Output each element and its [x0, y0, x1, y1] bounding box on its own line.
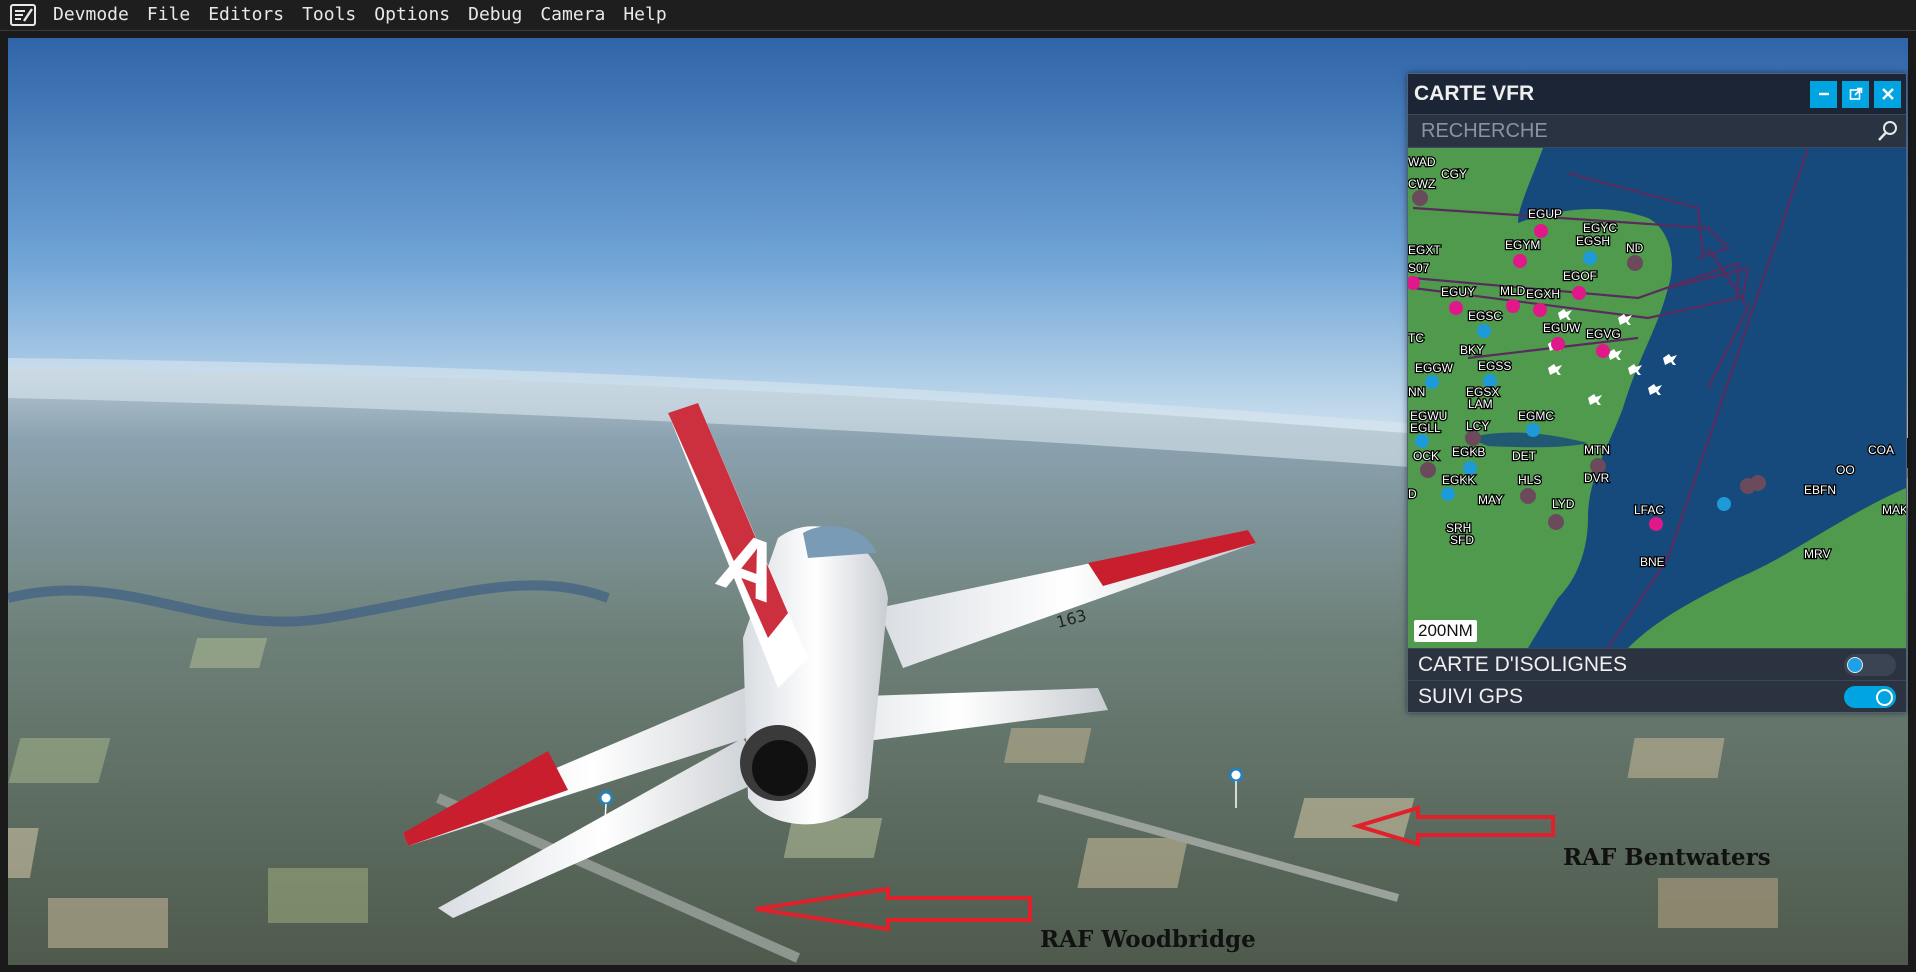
svg-text:DVR: DVR — [1584, 471, 1610, 485]
menu-devmode[interactable]: Devmode — [44, 0, 138, 30]
exhaust-inner — [752, 740, 808, 796]
menu-editors[interactable]: Editors — [199, 0, 293, 30]
menu-camera[interactable]: Camera — [531, 0, 614, 30]
map-search-input[interactable] — [1408, 118, 1876, 144]
svg-text:SFD: SFD — [1450, 533, 1474, 547]
minimize-icon — [1818, 92, 1829, 96]
toggle-knob — [1847, 656, 1863, 673]
svg-text:EGKB: EGKB — [1452, 445, 1485, 459]
toggle-row-gps[interactable]: SUIVI GPS — [1408, 680, 1906, 712]
minimize-button[interactable] — [1810, 80, 1837, 108]
menu-file[interactable]: File — [138, 0, 199, 30]
svg-text:EBFN: EBFN — [1804, 483, 1836, 497]
vfr-panel-title: CARTE VFR — [1414, 82, 1535, 105]
svg-text:EGGW: EGGW — [1415, 361, 1454, 375]
svg-text:BKY: BKY — [1460, 343, 1484, 357]
svg-text:WAD: WAD — [1408, 155, 1436, 169]
svg-text:EGYM: EGYM — [1505, 238, 1540, 252]
vfr-map-panel: CARTE VFR RECHERCHE WAD CWZ CGY EGUP EGY… — [1407, 73, 1907, 713]
svg-text:TC: TC — [1408, 331, 1424, 345]
vfr-panel-header[interactable]: CARTE VFR — [1408, 74, 1906, 114]
toggle-label-isolines: CARTE D'ISOLIGNES — [1418, 652, 1628, 676]
svg-text:EGUY: EGUY — [1441, 285, 1475, 299]
svg-text:NN: NN — [1408, 385, 1425, 399]
svg-text:OO: OO — [1836, 463, 1855, 477]
vfr-map[interactable]: WAD CWZ CGY EGUP EGYC EGSH ND EGXT EGYM … — [1408, 148, 1906, 648]
popout-button[interactable] — [1842, 80, 1869, 108]
svg-text:EGSS: EGSS — [1478, 359, 1511, 373]
svg-text:COA: COA — [1868, 443, 1894, 457]
svg-text:ND: ND — [1626, 241, 1644, 255]
svg-text:EGVG: EGVG — [1586, 327, 1621, 341]
devmode-logo-icon[interactable] — [10, 4, 36, 26]
label-raf-bentwaters: RAF Bentwaters — [1563, 844, 1771, 871]
svg-text:LAM: LAM — [1468, 397, 1493, 411]
svg-text:EGOF: EGOF — [1563, 269, 1597, 283]
svg-text:CGY: CGY — [1441, 167, 1467, 181]
menu-debug[interactable]: Debug — [459, 0, 531, 30]
svg-text:BNE: BNE — [1640, 555, 1665, 569]
svg-text:LFAC: LFAC — [1634, 503, 1664, 517]
toggle-label-gps: SUIVI GPS — [1418, 684, 1524, 708]
map-scale-label: 200NM — [1414, 620, 1477, 642]
svg-text:MAY: MAY — [1478, 493, 1503, 507]
svg-text:EGUP: EGUP — [1528, 207, 1562, 221]
isolines-toggle[interactable] — [1844, 653, 1896, 676]
close-button[interactable] — [1874, 80, 1901, 108]
menu-help[interactable]: Help — [614, 0, 675, 30]
svg-text:DET: DET — [1512, 449, 1537, 463]
svg-text:EGSH: EGSH — [1576, 234, 1610, 248]
world-marker-bentwaters[interactable] — [1228, 767, 1244, 783]
svg-text:MRV: MRV — [1804, 547, 1830, 561]
menu-bar: Devmode File Editors Tools Options Debug… — [0, 0, 1916, 31]
close-icon — [1881, 88, 1894, 100]
svg-text:EGXT: EGXT — [1408, 243, 1441, 257]
svg-text:D: D — [1408, 487, 1417, 501]
svg-text:EGUW: EGUW — [1543, 321, 1581, 335]
svg-text:MTN: MTN — [1584, 443, 1610, 457]
svg-text:EGKK: EGKK — [1442, 473, 1475, 487]
vfr-map-canvas: WAD CWZ CGY EGUP EGYC EGSH ND EGXT EGYM … — [1408, 148, 1906, 648]
svg-text:LCY: LCY — [1466, 419, 1489, 433]
svg-text:MAK: MAK — [1882, 503, 1906, 517]
toggle-row-isolines[interactable]: CARTE D'ISOLIGNES — [1408, 648, 1906, 680]
popout-icon — [1849, 87, 1862, 100]
svg-text:EGSC: EGSC — [1468, 309, 1502, 323]
svg-text:EGYC: EGYC — [1583, 221, 1617, 235]
menu-tools[interactable]: Tools — [293, 0, 365, 30]
search-icon[interactable] — [1876, 119, 1900, 143]
svg-text:HLS: HLS — [1518, 473, 1541, 487]
gps-follow-toggle[interactable] — [1844, 685, 1896, 708]
label-raf-woodbridge: RAF Woodbridge — [1040, 926, 1256, 953]
world-marker-woodbridge[interactable] — [598, 790, 614, 806]
svg-text:EGLL: EGLL — [1410, 421, 1441, 435]
svg-text:CWZ: CWZ — [1408, 177, 1435, 191]
svg-text:LYD: LYD — [1552, 497, 1575, 511]
svg-text:EGXH: EGXH — [1526, 287, 1560, 301]
map-search-bar — [1408, 114, 1906, 148]
svg-text:OCK: OCK — [1413, 449, 1439, 463]
svg-text:EGMC: EGMC — [1518, 409, 1554, 423]
menu-options[interactable]: Options — [365, 0, 459, 30]
toggle-knob — [1876, 688, 1893, 706]
svg-text:MLD: MLD — [1500, 284, 1526, 298]
map-land-continent — [1628, 488, 1906, 648]
svg-text:S07: S07 — [1408, 261, 1430, 275]
